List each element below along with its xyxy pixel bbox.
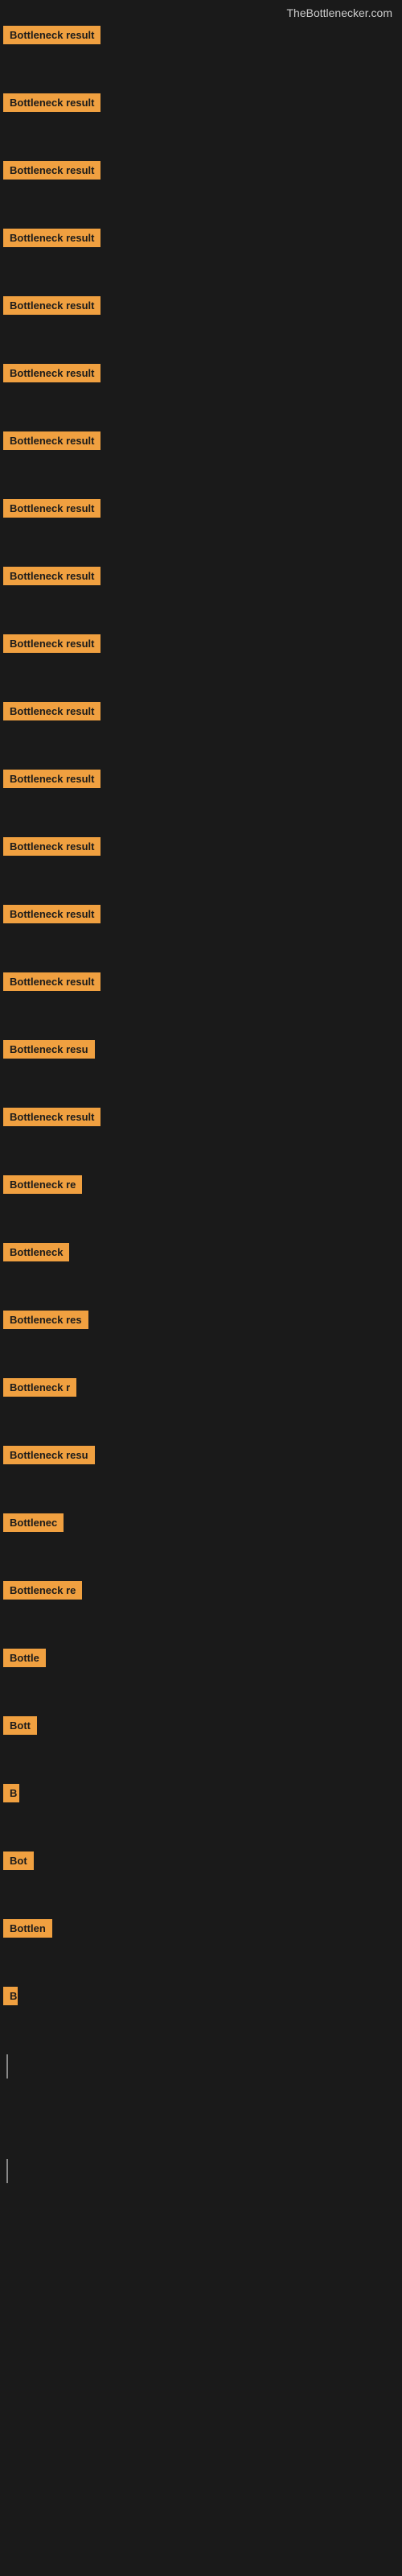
bottleneck-result-label: Bottleneck re	[3, 1175, 82, 1194]
bottleneck-result-label: Bottleneck result	[3, 229, 100, 247]
list-item: Bott	[3, 1716, 402, 1761]
bottleneck-result-label: Bottleneck	[3, 1243, 69, 1261]
bottleneck-result-label: Bot	[3, 1852, 34, 1870]
bottleneck-result-label: Bottleneck res	[3, 1311, 88, 1329]
bottleneck-result-label: Bottleneck result	[3, 431, 100, 450]
list-item: Bottleneck result	[3, 431, 402, 477]
list-item: Bottleneck result	[3, 770, 402, 815]
bottleneck-result-label: Bottleneck result	[3, 499, 100, 518]
list-item: Bottlen	[3, 1919, 402, 1964]
list-item: Bottle	[3, 1649, 402, 1694]
bottleneck-result-label: Bottleneck result	[3, 837, 100, 856]
bottleneck-result-label: Bottleneck r	[3, 1378, 76, 1397]
list-item: Bottleneck r	[3, 1378, 402, 1423]
list-item: Bottleneck result	[3, 634, 402, 679]
site-title: TheBottlenecker.com	[0, 0, 402, 23]
list-item: Bottleneck result	[3, 364, 402, 409]
cursor-line	[6, 2159, 8, 2183]
list-item: Bottleneck result	[3, 837, 402, 882]
bottleneck-result-label: Bottleneck result	[3, 296, 100, 315]
bottleneck-result-label: Bottlenec	[3, 1513, 64, 1532]
bottleneck-result-label: Bott	[3, 1716, 37, 1735]
list-item: Bottleneck result	[3, 296, 402, 341]
bottleneck-result-label: B	[3, 1987, 18, 2005]
list-item: Bottleneck	[3, 1243, 402, 1288]
bottleneck-result-label: Bottleneck result	[3, 702, 100, 720]
list-item: Bottleneck result	[3, 567, 402, 612]
list-item: Bottleneck resu	[3, 1040, 402, 1085]
list-item: Bot	[3, 1852, 402, 1897]
bottleneck-result-label: Bottleneck result	[3, 93, 100, 112]
bottleneck-result-label: Bottleneck result	[3, 364, 100, 382]
list-item: Bottleneck result	[3, 499, 402, 544]
list-item: Bottleneck result	[3, 702, 402, 747]
list-item: Bottleneck result	[3, 972, 402, 1018]
list-item: Bottleneck result	[3, 93, 402, 138]
bottleneck-result-label: Bottleneck result	[3, 634, 100, 653]
list-item: Bottleneck res	[3, 1311, 402, 1356]
bottleneck-result-label: Bottleneck result	[3, 770, 100, 788]
bottleneck-result-label: Bottleneck resu	[3, 1446, 95, 1464]
bottleneck-result-label: Bottleneck re	[3, 1581, 82, 1600]
list-item: B	[3, 1784, 402, 1829]
list-item: Bottleneck result	[3, 161, 402, 206]
list-item: Bottleneck re	[3, 1175, 402, 1220]
bottleneck-result-label: Bottleneck result	[3, 905, 100, 923]
list-item: B	[3, 1987, 402, 2032]
list-item: Bottlenec	[3, 1513, 402, 1558]
bottleneck-items-container: Bottleneck result Bottleneck result Bottle…	[0, 23, 402, 2183]
bottleneck-result-label: Bottleneck result	[3, 1108, 100, 1126]
cursor-line	[6, 2054, 8, 2079]
list-item: Bottleneck resu	[3, 1446, 402, 1491]
bottleneck-result-label: Bottleneck result	[3, 567, 100, 585]
list-item: Bottleneck result	[3, 26, 402, 71]
list-item: Bottleneck result	[3, 229, 402, 274]
bottleneck-result-label: Bottlen	[3, 1919, 52, 1938]
list-item: Bottleneck re	[3, 1581, 402, 1626]
list-item: Bottleneck result	[3, 905, 402, 950]
bottleneck-result-label: Bottle	[3, 1649, 46, 1667]
bottleneck-result-label: Bottleneck result	[3, 26, 100, 44]
bottleneck-result-label: Bottleneck resu	[3, 1040, 95, 1059]
bottleneck-result-label: Bottleneck result	[3, 972, 100, 991]
bottleneck-result-label: Bottleneck result	[3, 161, 100, 180]
bottleneck-result-label: B	[3, 1784, 19, 1802]
list-item: Bottleneck result	[3, 1108, 402, 1153]
